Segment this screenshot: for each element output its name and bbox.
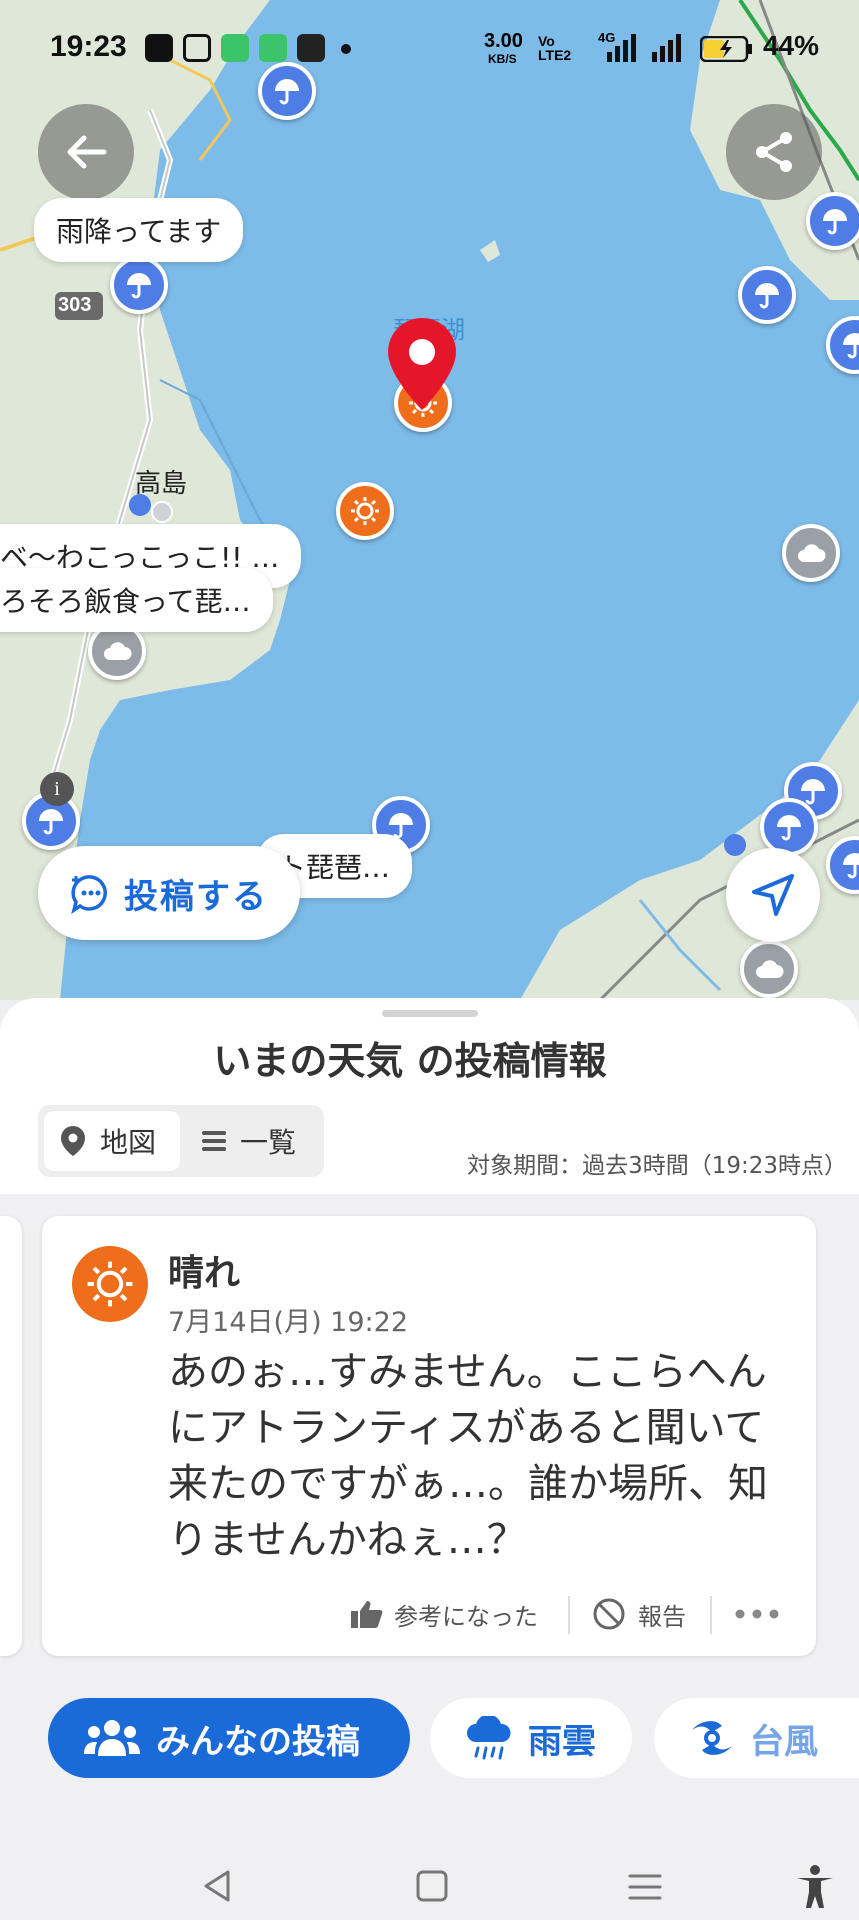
rain-cloud-icon bbox=[467, 1716, 511, 1760]
status-time: 19:23 bbox=[50, 30, 127, 63]
back-nav-icon[interactable] bbox=[198, 1866, 238, 1906]
typhoon-icon bbox=[692, 1721, 732, 1755]
umbrella-icon bbox=[843, 333, 859, 359]
navigation-arrow-icon bbox=[752, 874, 794, 916]
notification-dot-icon bbox=[341, 44, 351, 54]
helpful-label: 参考になった bbox=[394, 1602, 538, 1631]
weather-badge bbox=[72, 1246, 148, 1322]
thumbs-up-icon bbox=[351, 1601, 383, 1628]
cloudy-pin[interactable] bbox=[782, 524, 840, 582]
tab-list-label: 一覧 bbox=[240, 1126, 297, 1159]
post-body: あのぉ…すみません。ここらへんにアトランティスがあると聞いて来たのですがぁ…。誰… bbox=[168, 1349, 768, 1563]
map-bubble[interactable]: 雨降ってます bbox=[34, 198, 244, 262]
battery-icon bbox=[699, 35, 754, 63]
route-303-label: 303 bbox=[58, 294, 92, 316]
action-divider bbox=[710, 1596, 712, 1634]
share-icon bbox=[756, 132, 792, 172]
cloudy-pin[interactable] bbox=[740, 940, 798, 998]
cloud-icon bbox=[104, 642, 132, 660]
tab-map-label: 地図 bbox=[100, 1126, 157, 1159]
sunny-pin[interactable] bbox=[336, 482, 394, 540]
bottom-sheet: いまの天気 の投稿情報 地図 一覧 対象期間：過去3時間（19:23時点） 晴れ… bbox=[0, 998, 859, 1920]
tab-everyone-posts[interactable]: みんなの投稿 bbox=[48, 1698, 410, 1778]
previous-post-card[interactable] bbox=[0, 1216, 22, 1656]
info-icon[interactable]: i bbox=[40, 772, 74, 806]
selected-location-marker[interactable] bbox=[386, 316, 458, 412]
arrow-left-icon bbox=[67, 135, 107, 169]
umbrella-icon bbox=[39, 809, 63, 835]
status-bar: 19:23 3.00 KB/S Vo LTE2 4G 44% bbox=[0, 0, 859, 100]
signal-icon bbox=[605, 34, 641, 62]
people-icon bbox=[84, 1720, 140, 1756]
post-actions: 参考になった 報告 bbox=[42, 1586, 816, 1642]
line-icon bbox=[145, 34, 173, 62]
report-label: 報告 bbox=[638, 1602, 686, 1631]
map-pin-icon bbox=[388, 318, 456, 410]
cloud-icon bbox=[756, 960, 784, 978]
net-speed: 3.00 bbox=[484, 30, 523, 52]
system-nav-bar bbox=[0, 1820, 859, 1920]
rain-pin[interactable] bbox=[806, 192, 859, 250]
tab-typhoon[interactable]: 台風 bbox=[654, 1698, 859, 1778]
tiktok-icon bbox=[297, 34, 325, 62]
app-icon-green-2 bbox=[259, 34, 287, 62]
sheet-title: いまの天気 の投稿情報 bbox=[213, 1039, 607, 1083]
list-icon bbox=[202, 1131, 226, 1151]
umbrella-icon bbox=[777, 815, 801, 841]
tab-map[interactable]: 地図 bbox=[44, 1111, 180, 1171]
volte-badge: Vo LTE2 bbox=[538, 33, 572, 63]
map-bubble[interactable]: ろそろ飯食って琵… bbox=[0, 568, 273, 632]
sheet-drag-handle[interactable] bbox=[382, 1010, 478, 1017]
back-button[interactable] bbox=[38, 104, 134, 200]
net-speed-unit: KB/S bbox=[488, 52, 517, 66]
cloud-icon bbox=[798, 544, 826, 562]
umbrella-icon bbox=[127, 273, 151, 299]
period-label: 対象期間：過去3時間（19:23時点） bbox=[467, 1153, 847, 1179]
app-icon-green bbox=[221, 34, 249, 62]
paper-plane-icon bbox=[183, 34, 211, 62]
add-comment-icon bbox=[71, 875, 107, 914]
post-button[interactable]: 投稿する bbox=[38, 846, 300, 940]
post-weather: 晴れ bbox=[168, 1253, 241, 1294]
umbrella-icon bbox=[843, 853, 859, 879]
report-button[interactable]: 報告 bbox=[592, 1586, 686, 1642]
tab-list[interactable]: 一覧 bbox=[188, 1111, 318, 1171]
signal-icon-2 bbox=[650, 34, 686, 62]
share-button[interactable] bbox=[726, 104, 822, 200]
current-location-button[interactable] bbox=[726, 848, 820, 942]
accessibility-icon[interactable] bbox=[794, 1864, 836, 1910]
tab-rain-cloud[interactable]: 雨雲 bbox=[430, 1698, 632, 1778]
rain-pin[interactable] bbox=[110, 256, 168, 314]
umbrella-icon bbox=[755, 283, 779, 309]
post-card[interactable]: 晴れ 7月14日(月) 19:22 あのぉ…すみません。ここらへんにアトランティ… bbox=[42, 1216, 816, 1656]
view-toggle: 地図 一覧 bbox=[38, 1105, 324, 1177]
tab-rain-cloud-label: 雨雲 bbox=[528, 1721, 596, 1762]
more-button[interactable] bbox=[734, 1586, 780, 1642]
more-dots-icon bbox=[735, 1609, 779, 1619]
tab-everyone-posts-label: みんなの投稿 bbox=[156, 1721, 360, 1762]
battery-percent: 44% bbox=[762, 30, 819, 61]
home-nav-icon[interactable] bbox=[414, 1868, 450, 1904]
helpful-button[interactable]: 参考になった bbox=[350, 1586, 538, 1642]
menu-nav-icon[interactable] bbox=[626, 1870, 664, 1904]
action-divider bbox=[568, 1596, 570, 1634]
sun-icon bbox=[351, 497, 379, 525]
post-date: 7月14日(月) 19:22 bbox=[168, 1307, 408, 1338]
post-carousel[interactable]: 晴れ 7月14日(月) 19:22 あのぉ…すみません。ここらへんにアトランティ… bbox=[0, 1194, 859, 1920]
sun-icon bbox=[87, 1261, 133, 1307]
tab-typhoon-label: 台風 bbox=[750, 1721, 818, 1762]
post-button-label: 投稿する bbox=[124, 876, 268, 917]
location-pin-icon bbox=[61, 1126, 85, 1156]
prohibited-icon bbox=[593, 1598, 625, 1630]
umbrella-icon bbox=[823, 209, 847, 235]
rain-pin[interactable] bbox=[738, 266, 796, 324]
